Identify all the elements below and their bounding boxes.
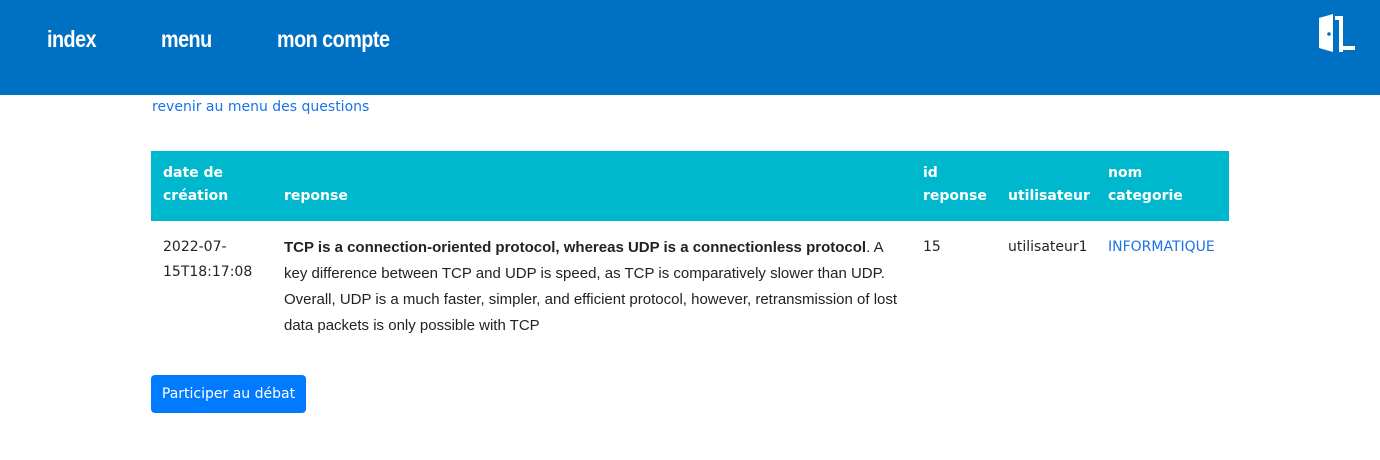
answer-bold-text: TCP is a connection-oriented protocol, w… <box>284 239 867 256</box>
cell-date: 2022-07-15T18:17:08 <box>163 239 253 280</box>
cell-user: utilisateur1 <box>1008 239 1088 255</box>
header-id: id reponse <box>923 165 987 204</box>
door-exit-icon[interactable] <box>1315 14 1357 52</box>
header-date: date de création <box>163 165 229 204</box>
cell-category: INFORMATIQUE <box>1096 221 1229 339</box>
top-navbar: index menu mon compte <box>0 0 1380 95</box>
nav-link-index[interactable]: index <box>47 26 97 53</box>
table-header-row: date de création reponse id reponse util… <box>151 151 1229 221</box>
header-reponse: reponse <box>284 188 348 204</box>
header-user: utilisateur <box>1008 188 1090 204</box>
cell-reponse: TCP is a connection-oriented protocol, w… <box>272 221 911 339</box>
category-link[interactable]: INFORMATIQUE <box>1108 239 1215 255</box>
responses-table: date de création reponse id reponse util… <box>151 151 1229 339</box>
header-category: nom categorie <box>1108 165 1183 204</box>
nav-link-mon-compte[interactable]: mon compte <box>277 26 390 53</box>
table-row: 2022-07-15T18:17:08 TCP is a connection-… <box>151 221 1229 339</box>
nav-link-menu[interactable]: menu <box>161 26 212 53</box>
participate-button[interactable]: Participer au débat <box>151 375 306 413</box>
back-to-questions-link[interactable]: revenir au menu des questions <box>152 99 369 115</box>
cell-id: 15 <box>923 239 941 255</box>
